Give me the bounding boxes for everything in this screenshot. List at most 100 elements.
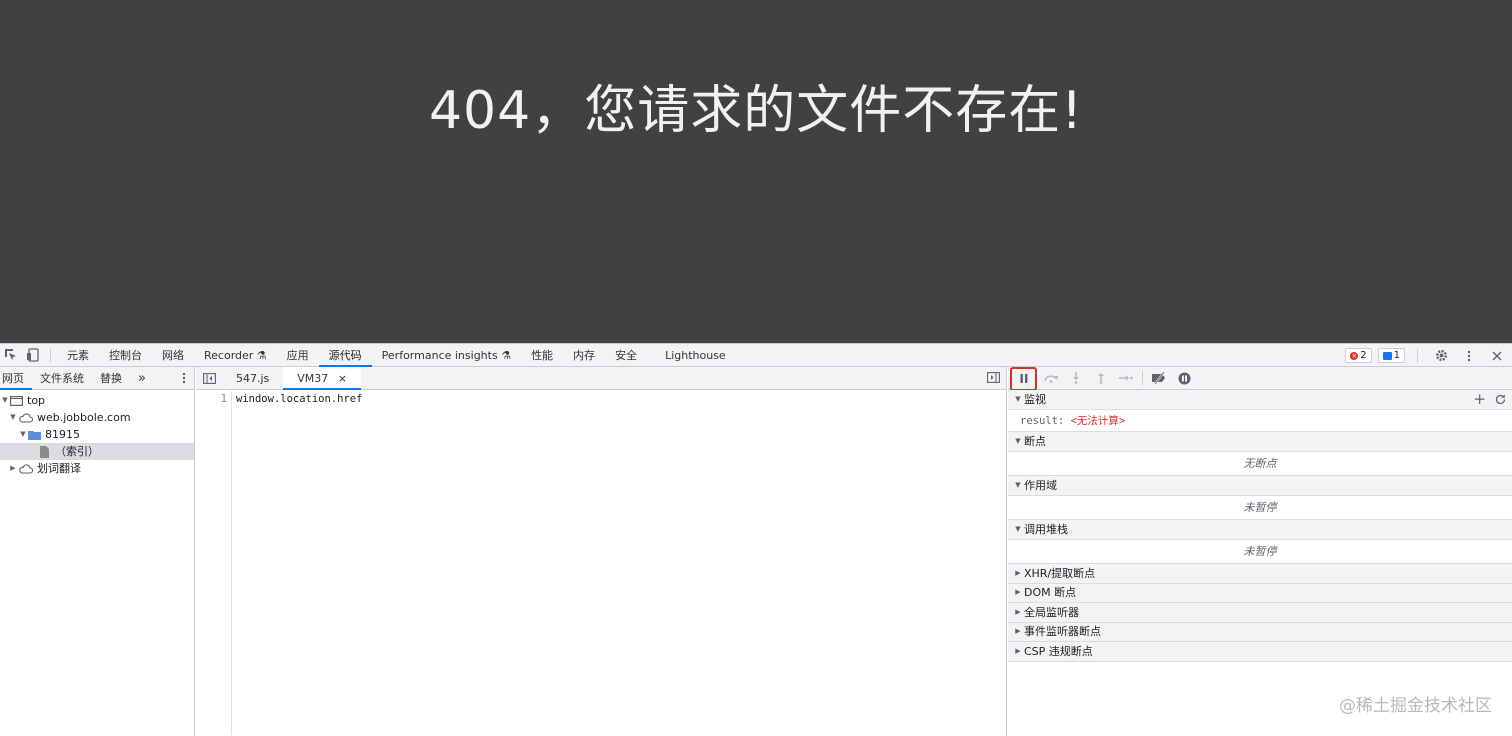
tab-application[interactable]: 应用 bbox=[277, 344, 319, 367]
debugger-toolbar bbox=[1008, 366, 1512, 391]
collapse-arrow-icon[interactable]: ▶ bbox=[8, 460, 18, 477]
editor-tab-547js[interactable]: 547.js bbox=[222, 367, 283, 390]
global-listeners-header[interactable]: ▶ 全局监听器 bbox=[1008, 603, 1512, 623]
watch-expression[interactable]: result: <无法计算> bbox=[1008, 410, 1512, 432]
tree-item-label: web.jobbole.com bbox=[37, 411, 131, 424]
sources-navigator: 网页 文件系统 替换 » ▼ top ▼ web.jobbole.com ▼ 8… bbox=[0, 367, 195, 736]
collapse-arrow-icon: ▶ bbox=[1015, 627, 1021, 636]
gear-icon[interactable] bbox=[1430, 345, 1452, 367]
flask-icon: ⚗ bbox=[501, 348, 512, 362]
webpage-viewport: 404，您请求的文件不存在! bbox=[0, 0, 1512, 343]
tab-lighthouse[interactable]: Lighthouse bbox=[655, 344, 736, 367]
collapse-arrow-icon: ▶ bbox=[1015, 568, 1021, 577]
dom-breakpoints-header[interactable]: ▶ DOM 断点 bbox=[1008, 583, 1512, 603]
pause-button[interactable] bbox=[1010, 366, 1037, 391]
deactivate-breakpoints-icon[interactable] bbox=[1148, 368, 1170, 388]
line-number: 1 bbox=[220, 393, 227, 405]
tab-memory[interactable]: 内存 bbox=[563, 344, 605, 367]
section-title: 全局监听器 bbox=[1024, 605, 1079, 619]
tab-network[interactable]: 网络 bbox=[152, 344, 194, 367]
tab-filesystem[interactable]: 文件系统 bbox=[32, 367, 92, 390]
tree-item-domain[interactable]: ▼ web.jobbole.com bbox=[0, 409, 194, 426]
watermark: @稀土掘金技术社区 bbox=[1339, 696, 1492, 716]
step-icon[interactable] bbox=[1115, 368, 1137, 388]
expand-arrow-icon[interactable]: ▼ bbox=[8, 409, 18, 426]
device-toolbar-icon[interactable] bbox=[22, 344, 44, 366]
tree-item-label: （索引） bbox=[55, 445, 99, 458]
tree-item-folder[interactable]: ▼ 81915 bbox=[0, 426, 194, 443]
tab-recorder[interactable]: Recorder ⚗ bbox=[194, 344, 277, 367]
message-icon bbox=[1382, 351, 1392, 360]
callstack-empty: 未暂停 bbox=[1008, 540, 1512, 564]
inspect-element-icon[interactable] bbox=[0, 344, 22, 366]
tab-security[interactable]: 安全 bbox=[605, 344, 647, 367]
flask-icon: ⚗ bbox=[256, 348, 267, 362]
step-into-icon[interactable] bbox=[1065, 368, 1087, 388]
expand-arrow-icon: ▼ bbox=[1015, 395, 1021, 403]
expand-arrow-icon: ▼ bbox=[1015, 481, 1021, 489]
xhr-breakpoints-header[interactable]: ▶ XHR/提取断点 bbox=[1008, 564, 1512, 584]
tab-overrides[interactable]: 替换 bbox=[92, 367, 130, 390]
event-listener-breakpoints-header[interactable]: ▶ 事件监听器断点 bbox=[1008, 622, 1512, 642]
tree-item-top[interactable]: ▼ top bbox=[0, 392, 194, 409]
cloud-icon bbox=[18, 463, 33, 474]
more-tabs-icon[interactable]: » bbox=[130, 367, 154, 390]
editor-tab-label: VM37 bbox=[297, 371, 329, 385]
expand-arrow-icon[interactable]: ▼ bbox=[18, 426, 28, 443]
pause-on-exceptions-icon[interactable] bbox=[1173, 368, 1195, 388]
step-over-icon[interactable] bbox=[1040, 368, 1062, 388]
more-vert-icon[interactable] bbox=[182, 372, 186, 384]
step-out-icon[interactable] bbox=[1090, 368, 1112, 388]
add-icon[interactable]: + bbox=[1473, 390, 1486, 409]
folder-icon bbox=[28, 430, 41, 440]
tab-elements[interactable]: 元素 bbox=[57, 344, 99, 367]
collapse-arrow-icon: ▶ bbox=[1015, 607, 1021, 616]
watch-section-header[interactable]: ▼ 监视 + bbox=[1008, 390, 1512, 410]
tab-sources[interactable]: 源代码 bbox=[318, 344, 372, 367]
scope-empty: 未暂停 bbox=[1008, 496, 1512, 520]
toggle-debugger-icon[interactable] bbox=[987, 372, 1000, 383]
section-title: CSP 违规断点 bbox=[1024, 644, 1093, 658]
tree-item-file[interactable]: （索引） bbox=[0, 443, 194, 460]
collapse-arrow-icon: ▶ bbox=[1015, 646, 1021, 655]
scope-section-header[interactable]: ▼ 作用域 bbox=[1008, 476, 1512, 496]
toggle-navigator-icon[interactable] bbox=[196, 372, 222, 384]
more-vert-icon[interactable] bbox=[1458, 345, 1480, 367]
tab-performance[interactable]: 性能 bbox=[521, 344, 563, 367]
section-title: 调用堆栈 bbox=[1024, 523, 1068, 536]
refresh-icon[interactable] bbox=[1495, 394, 1506, 405]
tab-performance-insights-label: Performance insights bbox=[381, 348, 498, 362]
code-editor: 547.js VM37 × 1 window.location.href bbox=[196, 366, 1007, 736]
callstack-section-header[interactable]: ▼ 调用堆栈 bbox=[1008, 520, 1512, 540]
expand-arrow-icon: ▼ bbox=[1015, 437, 1021, 445]
tab-performance-insights[interactable]: Performance insights ⚗ bbox=[372, 344, 521, 367]
breakpoints-empty: 无断点 bbox=[1008, 452, 1512, 476]
editor-tabs: 547.js VM37 × bbox=[196, 366, 1006, 390]
message-counter[interactable]: 1 bbox=[1377, 348, 1405, 363]
section-title: XHR/提取断点 bbox=[1024, 566, 1096, 580]
tab-console[interactable]: 控制台 bbox=[99, 344, 152, 367]
section-title: 断点 bbox=[1024, 435, 1046, 448]
tree-item-extension[interactable]: ▶ 划词翻译 bbox=[0, 460, 194, 477]
section-title: 监视 bbox=[1024, 393, 1046, 406]
debugger-sidebar: ▼ 监视 + result: <无法计算> ▼ 断点 无断点 ▼ 作用域 未暂停… bbox=[1008, 366, 1512, 736]
watch-value: <无法计算> bbox=[1070, 415, 1126, 427]
error-counter[interactable]: × 2 bbox=[1345, 348, 1372, 363]
devtools-main-toolbar: 元素 控制台 网络 Recorder ⚗ 应用 源代码 Performance … bbox=[0, 344, 1512, 367]
section-title: DOM 断点 bbox=[1024, 586, 1077, 600]
close-tab-icon[interactable]: × bbox=[338, 372, 347, 385]
file-icon bbox=[40, 445, 49, 458]
toolbar-right: × 2 1 bbox=[1345, 344, 1508, 367]
tab-page[interactable]: 网页 bbox=[0, 367, 32, 390]
editor-tab-vm37[interactable]: VM37 × bbox=[283, 366, 362, 390]
close-icon[interactable] bbox=[1486, 345, 1508, 367]
section-title: 事件监听器断点 bbox=[1024, 625, 1101, 639]
csp-violation-breakpoints-header[interactable]: ▶ CSP 违规断点 bbox=[1008, 642, 1512, 662]
code-line[interactable]: window.location.href bbox=[236, 393, 362, 405]
breakpoints-section-header[interactable]: ▼ 断点 bbox=[1008, 432, 1512, 452]
error-count: 2 bbox=[1360, 350, 1367, 361]
message-count: 1 bbox=[1393, 350, 1400, 361]
error-message: 404，您请求的文件不存在! bbox=[428, 81, 1084, 141]
tree-item-label: top bbox=[27, 394, 46, 407]
expand-arrow-icon[interactable]: ▼ bbox=[0, 392, 10, 409]
